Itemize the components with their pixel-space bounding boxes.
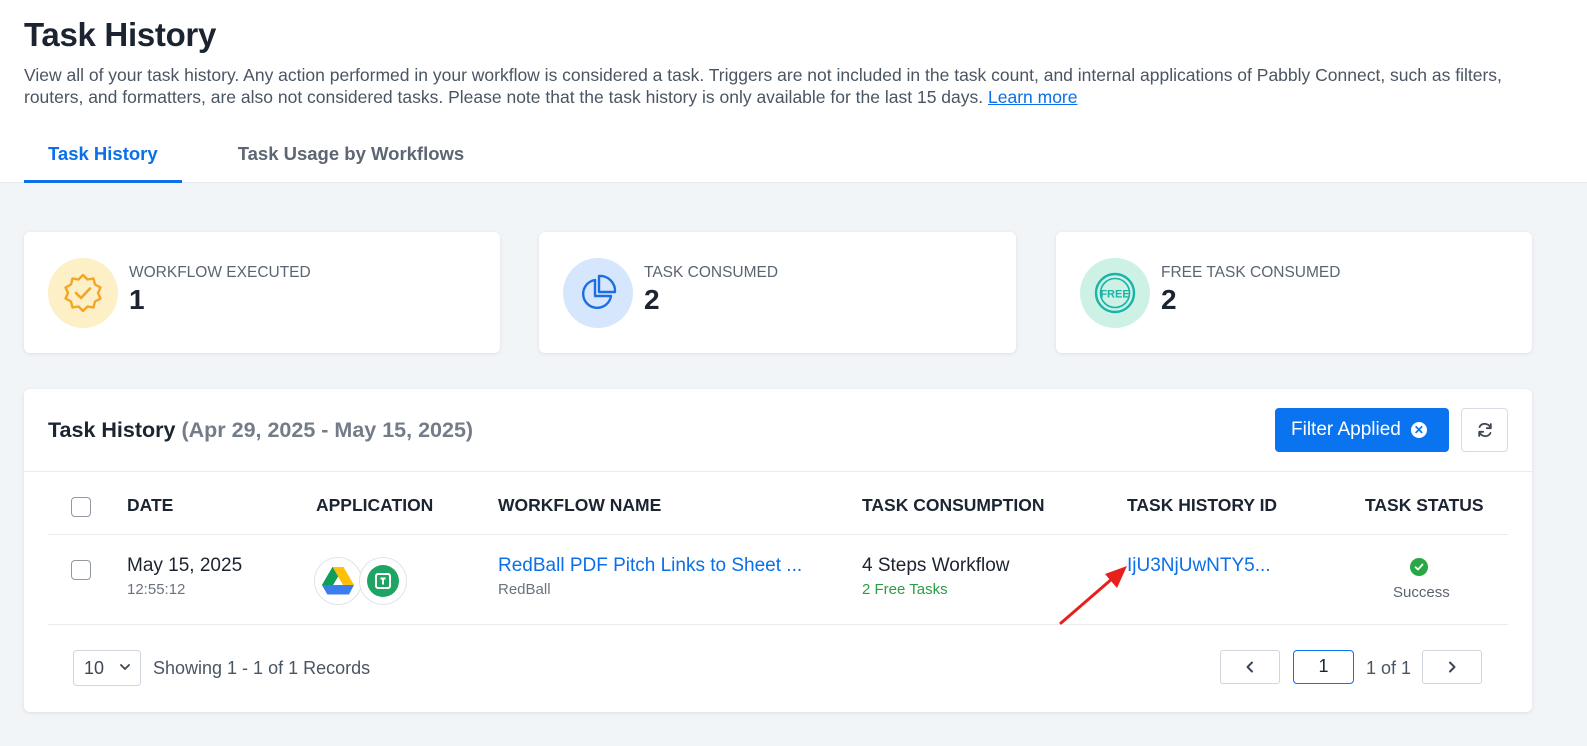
- application-icons: [314, 557, 407, 605]
- row-time: 12:55:12: [127, 581, 186, 598]
- refresh-button[interactable]: [1461, 408, 1508, 452]
- per-page-select[interactable]: 10: [73, 650, 141, 686]
- records-summary: Showing 1 - 1 of 1 Records: [153, 658, 371, 678]
- filter-applied-button[interactable]: Filter Applied ✕: [1275, 408, 1449, 452]
- tab-bar: Task History Task Usage by Workflows: [24, 124, 464, 183]
- clear-filter-icon[interactable]: ✕: [1410, 422, 1427, 438]
- google-drive-icon: [314, 557, 362, 605]
- prev-page-button[interactable]: [1220, 650, 1280, 684]
- stat-card-task-consumed: TASK CONSUMED 2: [539, 232, 1016, 353]
- row-checkbox[interactable]: [71, 560, 91, 580]
- svg-text:FREE: FREE: [1100, 289, 1129, 301]
- page-description: View all of your task history. Any actio…: [24, 64, 1554, 108]
- task-history-id-link[interactable]: IjU3NjUwNTY5...: [1127, 555, 1271, 577]
- panel-title-text: Task History: [48, 418, 176, 442]
- free-tasks-count: 2 Free Tasks: [862, 581, 948, 598]
- col-date: DATE: [127, 495, 174, 515]
- stat-value: 1: [129, 284, 145, 315]
- per-page-value: 10: [84, 657, 105, 678]
- next-page-button[interactable]: [1422, 650, 1482, 684]
- col-application: APPLICATION: [316, 495, 434, 515]
- date-range: (Apr 29, 2025 - May 15, 2025): [181, 418, 474, 442]
- table-row: May 15, 2025 12:55:12 RedBall PDF Pitch …: [48, 535, 1508, 625]
- task-history-panel: Task History (Apr 29, 2025 - May 15, 202…: [24, 389, 1532, 712]
- tab-task-usage-by-workflows[interactable]: Task Usage by Workflows: [182, 124, 465, 183]
- learn-more-link[interactable]: Learn more: [988, 87, 1078, 107]
- stat-value: 2: [1161, 284, 1177, 315]
- stat-label: TASK CONSUMED: [644, 264, 779, 281]
- chevron-down-icon: [120, 664, 130, 670]
- select-all-checkbox[interactable]: [71, 497, 91, 517]
- tab-task-history[interactable]: Task History: [24, 124, 182, 183]
- status-label: Success: [1393, 584, 1450, 601]
- filter-label: Filter Applied: [1291, 419, 1401, 440]
- panel-title: Task History (Apr 29, 2025 - May 15, 202…: [48, 418, 473, 443]
- badge-check-icon: [48, 258, 118, 328]
- refresh-icon: [1477, 422, 1492, 438]
- workflow-name-link[interactable]: RedBall PDF Pitch Links to Sheet ...: [498, 555, 802, 577]
- chevron-left-icon: [1246, 661, 1253, 673]
- stat-label: FREE TASK CONSUMED: [1161, 264, 1341, 281]
- stat-card-free-task-consumed: FREE FREE TASK CONSUMED 2: [1056, 232, 1532, 353]
- task-consumption: 4 Steps Workflow: [862, 555, 1010, 576]
- stat-card-workflow-executed: WORKFLOW EXECUTED 1: [24, 232, 500, 353]
- col-task-consumption: TASK CONSUMPTION: [862, 495, 1045, 515]
- col-workflow-name: WORKFLOW NAME: [498, 495, 662, 515]
- free-badge-icon: FREE: [1080, 258, 1150, 328]
- page-number-input[interactable]: 1: [1293, 650, 1354, 684]
- page-header: Task History View all of your task histo…: [0, 0, 1587, 183]
- stat-label: WORKFLOW EXECUTED: [129, 264, 311, 281]
- col-task-status: TASK STATUS: [1365, 495, 1484, 515]
- panel-header: Task History (Apr 29, 2025 - May 15, 202…: [24, 389, 1532, 472]
- table-footer: 10 Showing 1 - 1 of 1 Records 1 1 of 1: [48, 626, 1508, 712]
- stat-value: 2: [644, 284, 660, 315]
- chevron-right-icon: [1449, 661, 1456, 673]
- description-text: View all of your task history. Any actio…: [24, 65, 1502, 107]
- pie-chart-icon: [563, 258, 633, 328]
- success-check-icon: [1410, 558, 1428, 576]
- page-title: Task History: [24, 16, 217, 53]
- col-task-history-id: TASK HISTORY ID: [1127, 495, 1278, 515]
- row-date: May 15, 2025: [127, 555, 243, 576]
- workflow-folder: RedBall: [498, 581, 551, 598]
- page-count: 1 of 1: [1366, 658, 1412, 678]
- table-header: DATE APPLICATION WORKFLOW NAME TASK CONS…: [48, 473, 1508, 535]
- pdf-tool-icon: [359, 557, 407, 605]
